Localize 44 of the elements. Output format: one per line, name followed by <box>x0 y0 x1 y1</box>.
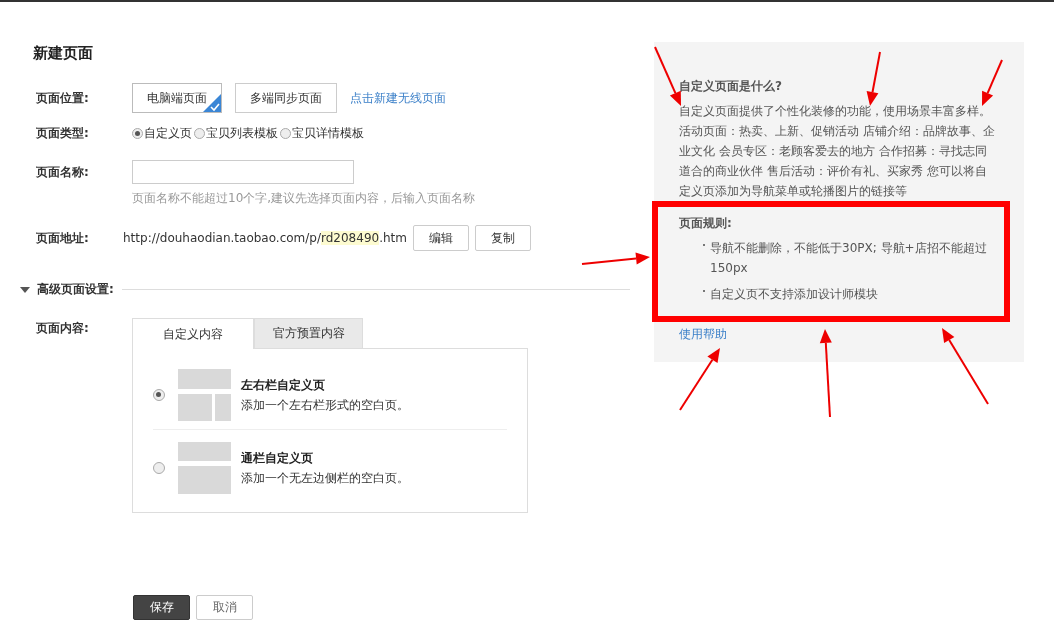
page-name-field[interactable] <box>132 160 354 184</box>
radio-button[interactable] <box>280 128 291 139</box>
option-description: 添加一个无左边侧栏的空白页。 <box>241 469 409 487</box>
field-label: 页面内容: <box>36 320 90 337</box>
arrow <box>654 46 681 106</box>
layout-thumbnail-icon <box>178 442 231 494</box>
field-label: 页面类型: <box>36 125 90 142</box>
radio-label: 宝贝详情模板 <box>292 125 364 142</box>
rule-text: 导航不能删除，不能低于30PX; 导航+店招不能超过150px <box>710 240 988 277</box>
radio-button[interactable] <box>153 389 165 401</box>
radio-button[interactable] <box>153 462 165 474</box>
location-option[interactable]: 多端同步页面 <box>235 83 337 113</box>
arrow <box>581 252 650 265</box>
radio-button[interactable] <box>132 128 143 139</box>
url-action-button[interactable]: 复制 <box>475 225 531 251</box>
new-wireless-page-link[interactable]: 点击新建无线页面 <box>350 89 446 107</box>
page-url: http://douhaodian.taobao.com/p/rd208490.htm <box>123 231 407 245</box>
option-title: 左右栏自定义页 <box>241 376 326 394</box>
content-tab[interactable]: 自定义内容 <box>132 318 254 349</box>
help-description: 自定义页面提供了个性化装修的功能，使用场景丰富多样。活动页面：热卖、上新、促销活动 店铺介绍：品牌故事、企业文化 会员专区：老顾客爱去的地方 合作招募：寻找志同道合的商业伙伴 售后活动：评价有礼、买家秀 您可以将自定义页添加为导航菜单或轮播图片的链接等 <box>679 103 996 200</box>
arrow <box>982 59 1003 106</box>
field-label: 页面名称: <box>36 163 90 181</box>
help-link[interactable]: 使用帮助 <box>679 326 727 343</box>
arrow <box>679 348 720 411</box>
field-label: 页面位置: <box>36 89 90 107</box>
radio-label: 自定义页 <box>144 125 192 142</box>
help-title: 自定义页面是什么? <box>679 78 783 95</box>
arrow <box>866 51 881 106</box>
url-action-button[interactable]: 编辑 <box>413 225 469 251</box>
radio-label: 宝贝列表模板 <box>206 125 278 142</box>
option-description: 添加一个左右栏形式的空白页。 <box>241 396 409 414</box>
cancel-button[interactable]: 取消 <box>196 595 253 620</box>
section-title: 高级页面设置: <box>37 281 114 298</box>
content-tab[interactable]: 官方预置内容 <box>254 318 363 348</box>
page-title: 新建页面 <box>33 44 93 63</box>
location-option[interactable]: 电脑端页面 <box>132 83 222 113</box>
rules-title: 页面规则: <box>679 215 733 232</box>
rule-text: 自定义页不支持添加设计师模块 <box>710 286 878 303</box>
radio-button[interactable] <box>194 128 205 139</box>
caret-icon[interactable] <box>20 285 30 294</box>
save-button[interactable]: 保存 <box>133 595 190 620</box>
hint-text: 页面名称不能超过10个字,建议先选择页面内容，后输入页面名称 <box>132 190 476 207</box>
option-title: 通栏自定义页 <box>241 449 314 467</box>
layout-thumbnail-icon <box>178 369 231 421</box>
